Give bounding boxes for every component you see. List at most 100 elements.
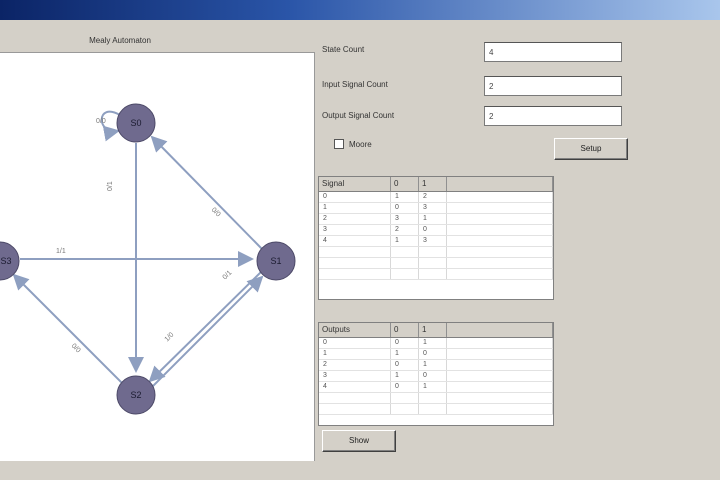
outputs-col-empty <box>447 323 553 337</box>
table-cell[interactable]: 0 <box>419 371 447 381</box>
table-cell[interactable]: 1 <box>419 214 447 224</box>
signals-col-0[interactable]: 0 <box>391 177 419 191</box>
output-count-label: Output Signal Count <box>322 111 395 120</box>
input-count-field[interactable] <box>484 76 622 96</box>
signals-col-empty <box>447 177 553 191</box>
table-row-empty <box>319 404 553 415</box>
edge-s2-s1 <box>151 275 264 388</box>
table-row[interactable]: 2 0 1 <box>319 360 553 371</box>
edge-label-s1-s2: 1/0 <box>164 331 176 343</box>
edge-s1-s0 <box>150 135 263 250</box>
table-cell[interactable]: 0 <box>319 192 391 202</box>
table-cell[interactable]: 1 <box>391 192 419 202</box>
table-cell[interactable]: 2 <box>391 225 419 235</box>
node-s1[interactable]: S1 <box>256 241 296 281</box>
table-cell[interactable]: 0 <box>391 382 419 392</box>
table-cell[interactable]: 1 <box>319 349 391 359</box>
table-cell <box>447 203 553 213</box>
table-cell[interactable]: 1 <box>419 338 447 348</box>
edge-label-self-s0: 0/0 <box>96 118 106 125</box>
node-s1-label: S1 <box>270 256 281 266</box>
node-s3[interactable]: S3 <box>0 241 20 281</box>
table-cell[interactable]: 0 <box>391 338 419 348</box>
table-cell[interactable]: 0 <box>419 349 447 359</box>
node-s3-label: S3 <box>0 256 11 266</box>
table-cell[interactable]: 4 <box>319 236 391 246</box>
table-cell <box>447 214 553 224</box>
table-cell[interactable]: 1 <box>319 203 391 213</box>
signals-col-signal[interactable]: Signal <box>319 177 391 191</box>
table-row[interactable]: 3 2 0 <box>319 225 553 236</box>
node-s2[interactable]: S2 <box>116 375 156 415</box>
state-count-field[interactable] <box>484 42 622 62</box>
table-row[interactable]: 3 1 0 <box>319 371 553 382</box>
table-cell[interactable]: 1 <box>391 371 419 381</box>
table-row[interactable]: 1 1 0 <box>319 349 553 360</box>
edge-label-s2-s1: 0/1 <box>222 269 234 281</box>
table-cell[interactable]: 3 <box>319 225 391 235</box>
edge-label-s1-s0: 0/0 <box>210 207 222 219</box>
table-cell[interactable]: 1 <box>391 349 419 359</box>
table-row-empty <box>319 269 553 280</box>
table-cell <box>447 349 553 359</box>
table-cell[interactable]: 1 <box>419 382 447 392</box>
moore-checkbox[interactable] <box>334 139 344 149</box>
table-cell <box>447 371 553 381</box>
table-cell <box>447 382 553 392</box>
table-row[interactable]: 1 0 3 <box>319 203 553 214</box>
automaton-canvas[interactable]: 0/0 0/1 0/0 1/1 0/1 1/0 0/0 S0 S1 S2 S3 <box>0 52 315 461</box>
table-cell <box>447 360 553 370</box>
canvas-caption: Mealy Automaton <box>89 36 151 45</box>
outputs-col-outputs[interactable]: Outputs <box>319 323 391 337</box>
table-cell[interactable]: 1 <box>419 360 447 370</box>
node-s0-label: S0 <box>130 118 141 128</box>
table-row[interactable]: 0 0 1 <box>319 338 553 349</box>
setup-button[interactable]: Setup <box>554 138 628 160</box>
table-cell[interactable]: 2 <box>419 192 447 202</box>
table-row[interactable]: 0 1 2 <box>319 192 553 203</box>
table-row-empty <box>319 393 553 404</box>
table-cell[interactable]: 3 <box>419 236 447 246</box>
outputs-col-0[interactable]: 0 <box>391 323 419 337</box>
outputs-col-1[interactable]: 1 <box>419 323 447 337</box>
node-s0[interactable]: S0 <box>116 103 156 143</box>
table-row-empty <box>319 258 553 269</box>
table-cell <box>447 225 553 235</box>
table-row[interactable]: 4 0 1 <box>319 382 553 393</box>
table-row[interactable]: 4 1 3 <box>319 236 553 247</box>
automaton-graph: 0/0 0/1 0/0 1/1 0/1 1/0 0/0 S0 S1 S2 S3 <box>0 103 296 415</box>
edge-label-s3-s1: 1/1 <box>56 248 66 255</box>
table-cell[interactable]: 3 <box>319 371 391 381</box>
edge-label-s0-s2: 0/1 <box>107 181 114 191</box>
table-cell <box>447 192 553 202</box>
moore-label: Moore <box>349 140 372 149</box>
table-cell <box>447 338 553 348</box>
node-s2-label: S2 <box>130 390 141 400</box>
table-cell[interactable]: 0 <box>391 203 419 213</box>
show-button[interactable]: Show <box>322 430 396 452</box>
state-count-label: State Count <box>322 45 365 54</box>
signals-table[interactable]: Signal 0 1 0 1 2 1 0 3 2 3 1 3 2 0 4 1 3 <box>318 176 554 300</box>
output-count-field[interactable] <box>484 106 622 126</box>
title-bar <box>0 0 720 20</box>
table-cell[interactable]: 4 <box>319 382 391 392</box>
edge-label-s2-s3: 0/0 <box>70 343 82 355</box>
table-cell[interactable]: 2 <box>319 360 391 370</box>
table-cell[interactable]: 3 <box>391 214 419 224</box>
signals-table-header: Signal 0 1 <box>319 177 553 192</box>
outputs-table[interactable]: Outputs 0 1 0 0 1 1 1 0 2 0 1 3 1 0 4 0 … <box>318 322 554 426</box>
table-cell[interactable]: 0 <box>419 225 447 235</box>
table-cell[interactable]: 0 <box>319 338 391 348</box>
table-cell[interactable]: 0 <box>391 360 419 370</box>
table-row[interactable]: 2 3 1 <box>319 214 553 225</box>
signals-col-1[interactable]: 1 <box>419 177 447 191</box>
table-cell <box>447 236 553 246</box>
table-cell[interactable]: 3 <box>419 203 447 213</box>
input-count-label: Input Signal Count <box>322 80 388 89</box>
edge-s2-s3 <box>12 273 123 384</box>
outputs-table-header: Outputs 0 1 <box>319 323 553 338</box>
table-row-empty <box>319 247 553 258</box>
table-cell[interactable]: 2 <box>319 214 391 224</box>
table-cell[interactable]: 1 <box>391 236 419 246</box>
edge-s1-s2 <box>148 270 263 383</box>
